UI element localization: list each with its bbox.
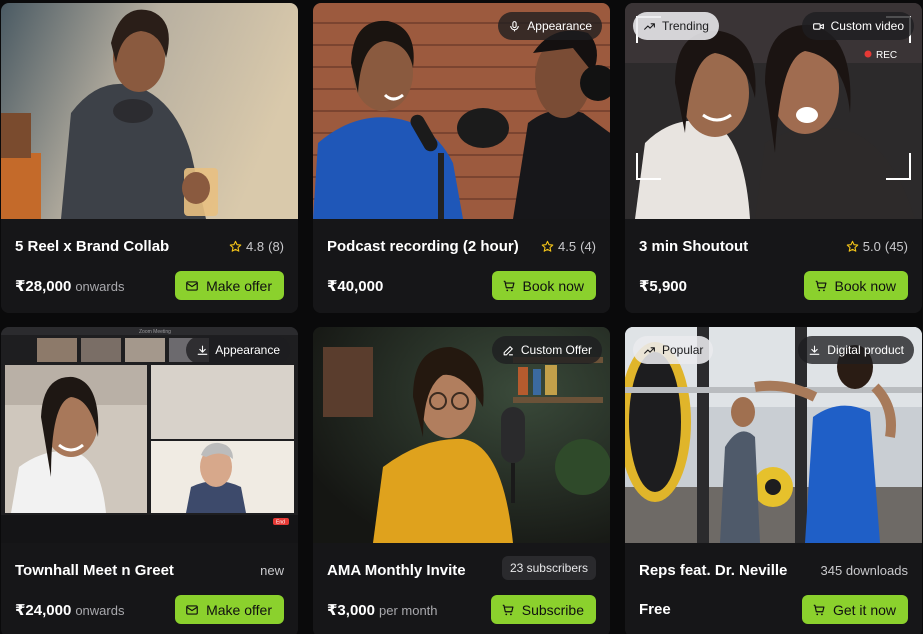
offer-title: Townhall Meet n Greet [15,562,174,579]
category-badge: Digital product [798,336,914,364]
subscribe-button[interactable]: Subscribe [490,595,596,624]
offer-title: 5 Reel x Brand Collab [15,238,170,255]
mail-icon [186,280,198,291]
price-amount: ₹5,900 [639,278,687,295]
price: ₹28,000 onwards [15,277,124,295]
offer-card[interactable]: Appearance Podcast recording (2 hour) 4.… [313,3,610,313]
rating: 5.0 (45) [846,239,908,254]
get-it-now-button[interactable]: Get it now [801,595,908,624]
badge-label: Appearance [527,19,592,33]
star-icon [229,240,242,252]
offer-image[interactable]: REC Trending Custom video [625,3,922,219]
offer-image[interactable]: Popular Digital product [625,327,922,543]
download-icon [809,345,820,355]
rec-label: REC [876,50,897,61]
zoom-title: Zoom Meeting [139,329,171,335]
star-icon [846,240,859,252]
cta-label: Make offer [206,601,272,618]
cart-icon [813,604,825,615]
price: ₹24,000 onwards [15,601,124,619]
offer-image[interactable] [1,3,298,219]
offer-title: AMA Monthly Invite [327,562,466,579]
trend-icon [644,346,655,354]
star-icon [541,240,554,252]
category-badge: Custom Offer [491,336,602,364]
badge-label: Trending [662,19,709,33]
cta-label: Book now [522,277,584,294]
rating: 4.5 (4) [541,239,596,254]
rating-count: (4) [580,239,596,254]
offer-card[interactable]: 5 Reel x Brand Collab 4.8 (8) ₹28,000 on… [1,3,298,313]
cta-label: Get it now [832,601,896,618]
rating-value: 5.0 [862,239,881,254]
offer-image[interactable]: Custom Offer [313,327,610,543]
cta-label: Subscribe [521,601,584,618]
badge-label: Custom video [830,19,904,33]
rating-count: (8) [268,239,284,254]
price: ₹3,000 per month [327,601,438,619]
trend-icon [644,22,655,30]
badge-label: Appearance [215,343,280,357]
price-amount: Free [639,601,671,618]
make-offer-button[interactable]: Make offer [175,595,284,624]
offer-title: Podcast recording (2 hour) [327,238,519,255]
rating: 4.8 (8) [229,239,284,254]
cta-label: Book now [834,277,896,294]
price: Free [639,601,671,618]
offer-title: 3 min Shoutout [639,238,749,255]
popular-badge: Popular [633,336,714,364]
badge-label: Custom Offer [520,343,592,357]
price-amount: ₹3,000 [327,602,375,619]
rating-value: 4.5 [558,239,577,254]
offer-card[interactable]: Custom Offer AMA Monthly Invite 23 subsc… [313,327,610,634]
cart-icon [503,280,514,291]
download-icon [197,345,208,355]
rating-count: (45) [884,239,908,254]
subscribers-badge: 23 subscribers [501,556,596,580]
price-suffix: per month [378,603,438,618]
mail-icon [186,604,198,615]
price: ₹40,000 [327,277,383,295]
book-now-button[interactable]: Book now [491,271,596,300]
offer-grid: 5 Reel x Brand Collab 4.8 (8) ₹28,000 on… [0,0,923,634]
downloads-count: 345 downloads [820,563,908,578]
cart-icon [815,280,826,291]
zoom-end-button: End [276,520,285,526]
offer-image[interactable]: Appearance [313,3,610,219]
book-now-button[interactable]: Book now [803,271,908,300]
rating-value: 4.8 [246,239,265,254]
make-offer-button[interactable]: Make offer [175,271,284,300]
cart-icon [502,604,514,615]
offer-card[interactable]: Zoom Meeting End Appearance Townhall Mee… [1,327,298,634]
category-badge: Appearance [186,336,290,364]
category-badge: Appearance [498,12,602,40]
offer-title: Reps feat. Dr. Neville [639,562,788,579]
badge-label: Digital product [827,343,904,357]
offer-image[interactable]: Zoom Meeting End Appearance [1,327,298,543]
badge-label: Popular [662,343,704,357]
price-suffix: onwards [75,603,125,618]
trending-badge: Trending [633,12,719,40]
price: ₹5,900 [639,277,687,295]
price-amount: ₹24,000 [15,602,72,619]
status-label: new [260,563,284,578]
price-suffix: onwards [75,279,125,294]
price-amount: ₹28,000 [15,278,72,295]
cta-label: Make offer [206,277,272,294]
mic-icon [510,20,520,31]
price-amount: ₹40,000 [327,278,384,295]
offer-card[interactable]: Popular Digital product Reps feat. Dr. N… [625,327,922,634]
pen-icon [503,345,513,355]
category-badge: Custom video [801,12,914,40]
offer-card[interactable]: REC Trending Custom video 3 min Shoutout… [625,3,922,313]
video-icon [812,22,824,30]
